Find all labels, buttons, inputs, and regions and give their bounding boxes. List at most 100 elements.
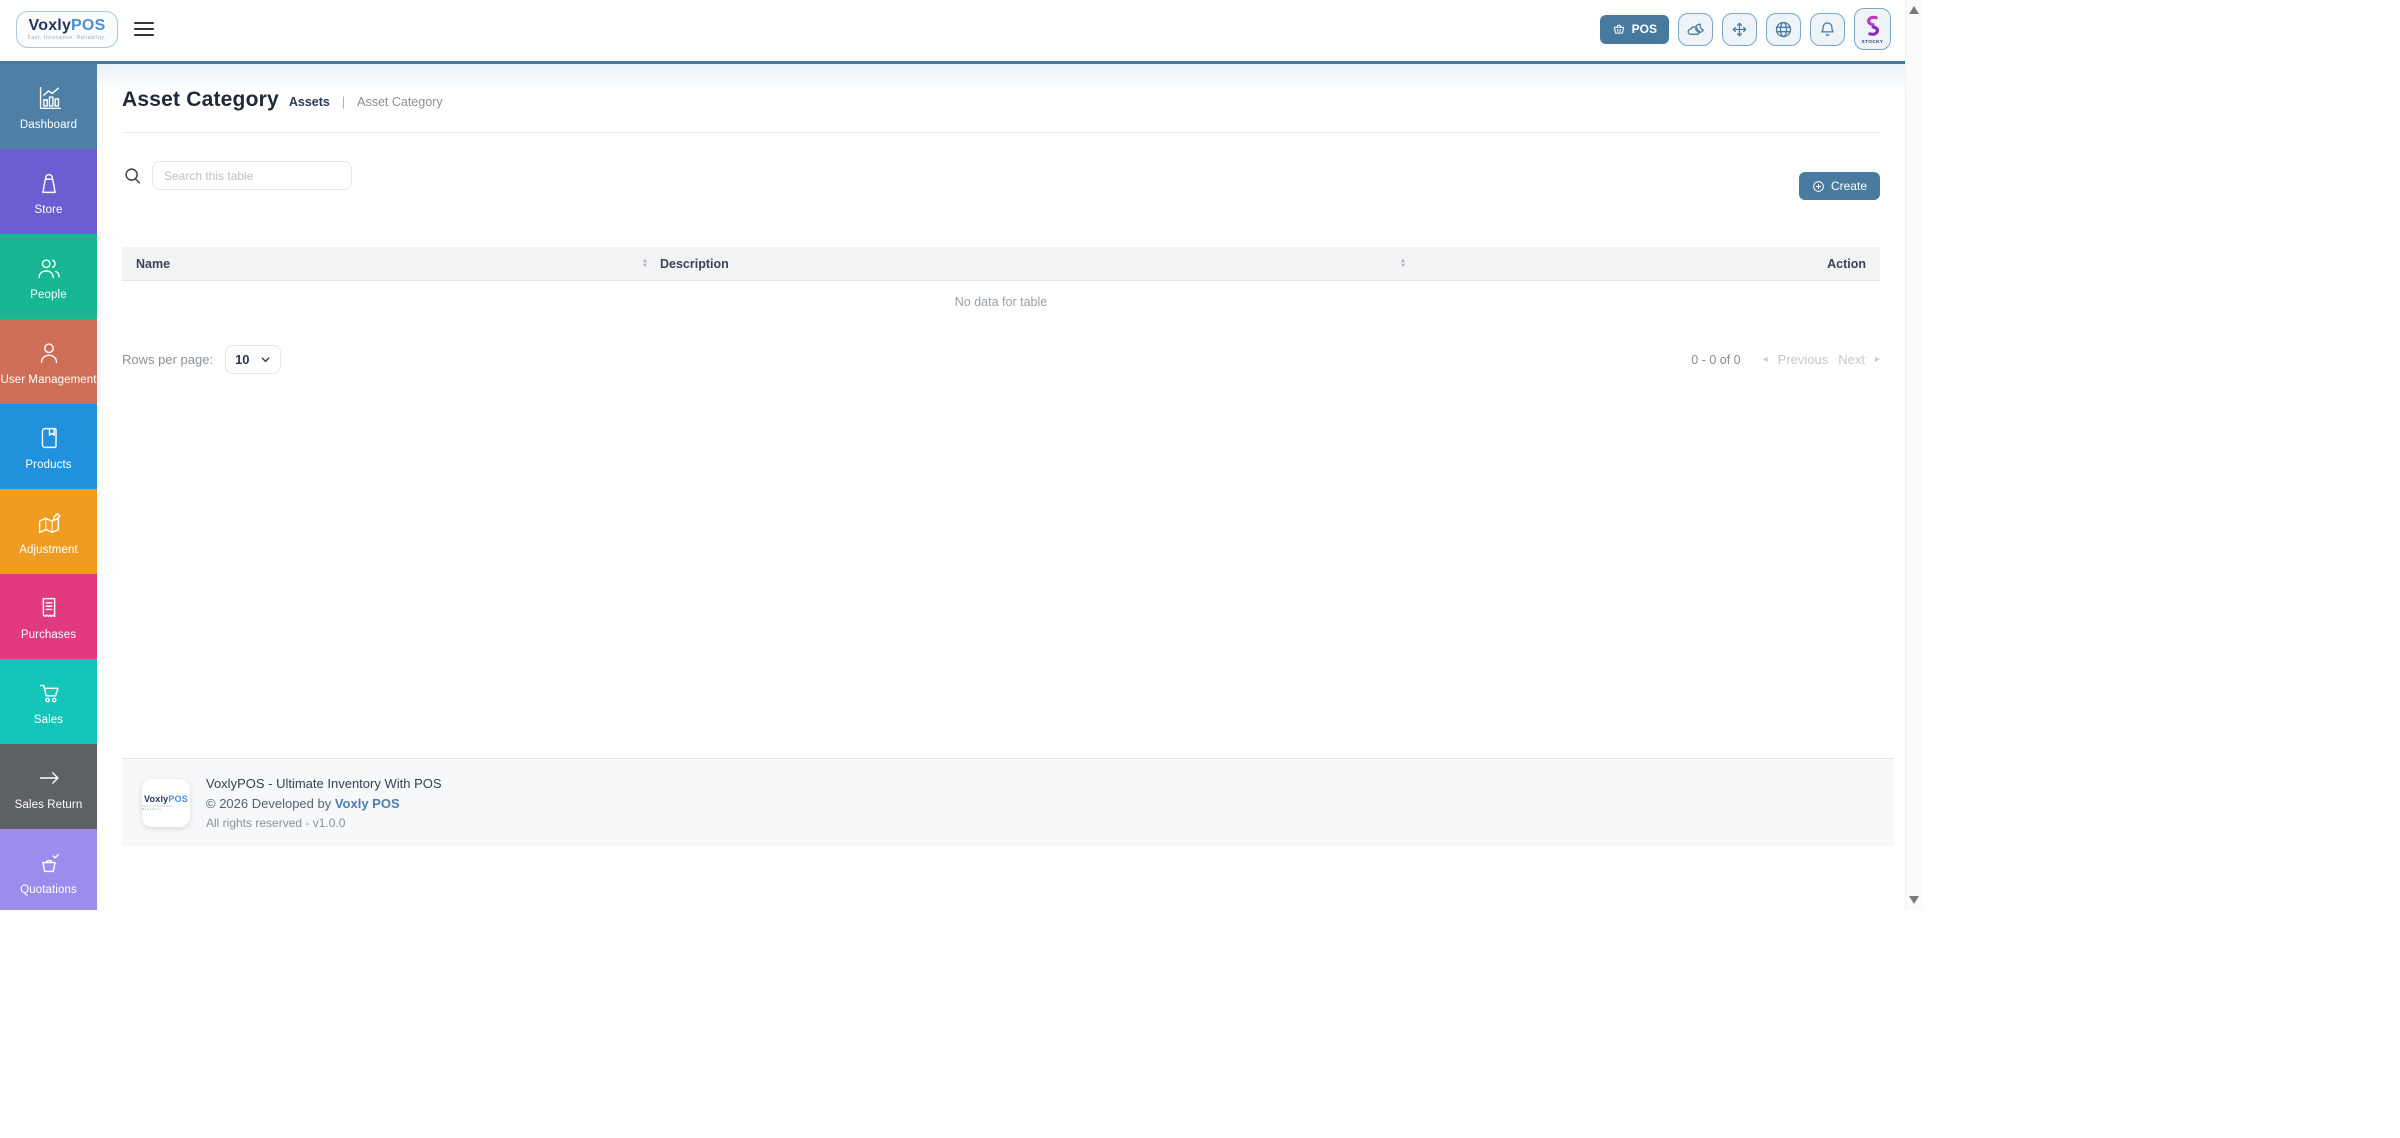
topbar: VoxlyPOS Fast. Innovative. Reliability. …: [0, 0, 1905, 64]
sidebar-item-sales-return[interactable]: Sales Return: [0, 744, 97, 829]
page-header: Asset Category Assets | Asset Category: [122, 64, 1880, 112]
user-icon: [34, 338, 64, 368]
sidebar-label-quotations: Quotations: [20, 883, 77, 896]
breadcrumb-current: Asset Category: [357, 95, 443, 109]
pos-button[interactable]: POS: [1599, 14, 1669, 44]
sidebar-item-adjustment[interactable]: Adjustment: [0, 489, 97, 574]
footer-logo-brand-secondary: POS: [168, 793, 188, 804]
sidebar-item-quotations[interactable]: Quotations: [0, 829, 97, 910]
fullscreen-button[interactable]: [1722, 12, 1757, 46]
footer-developer-link[interactable]: Voxly POS: [335, 796, 400, 811]
sidebar-nav: Dashboard Store People User Management P…: [0, 64, 97, 910]
avatar-label: STOCKY: [1861, 39, 1884, 44]
sidebar-label-sales-return: Sales Return: [14, 798, 83, 811]
sidebar-item-user-management[interactable]: User Management: [0, 319, 97, 404]
footer-line2-prefix: © 2026 Developed by: [206, 795, 335, 811]
table-header-row: Name ▲ ▼ Description ▲ ▼ Action: [122, 247, 1880, 281]
next-button[interactable]: Next: [1838, 352, 1865, 367]
header-divider: [122, 132, 1880, 133]
sort-icon-description[interactable]: ▲ ▼: [1400, 258, 1406, 269]
sidebar-toggle-button[interactable]: [134, 22, 154, 36]
app-logo-text: VoxlyPOS: [28, 16, 106, 34]
fullscreen-icon: [1729, 19, 1750, 40]
topbar-actions: POS STOCKY: [1599, 8, 1891, 50]
footer-text: VoxlyPOS - Ultimate Inventory With POS ©…: [206, 776, 442, 830]
globe-icon: [1773, 19, 1794, 40]
stocky-logo-icon: [1862, 14, 1884, 38]
data-table: Name ▲ ▼ Description ▲ ▼ Action No data fo…: [122, 247, 1880, 319]
rows-per-page-value: 10: [235, 352, 250, 367]
scroll-up-icon[interactable]: [1909, 6, 1919, 14]
bell-icon: [1817, 19, 1838, 40]
notifications-button[interactable]: [1810, 12, 1845, 46]
sort-icon-name[interactable]: ▲ ▼: [642, 258, 648, 269]
pagination-bar: Rows per page: 10 0 - 0 of 0 ◂ Previous …: [122, 345, 1880, 374]
footer-line3: All rights reserved - v1.0.0: [206, 815, 346, 830]
page-nav: ◂ Previous Next ▸: [1763, 352, 1880, 367]
plus-circle-icon: [1812, 180, 1825, 193]
sidebar-item-dashboard[interactable]: Dashboard: [0, 64, 97, 149]
sidebar-label-user-management: User Management: [0, 373, 97, 386]
basket-icon: [1612, 22, 1626, 36]
sidebar-label-adjustment: Adjustment: [19, 543, 78, 556]
sidebar-label-dashboard: Dashboard: [19, 118, 78, 131]
next-arrow-icon[interactable]: ▸: [1875, 354, 1880, 365]
sidebar-label-sales: Sales: [33, 713, 64, 726]
chevron-down-icon: [260, 354, 271, 365]
language-button[interactable]: [1766, 12, 1801, 46]
app-logo[interactable]: VoxlyPOS Fast. Innovative. Reliability.: [16, 10, 118, 48]
create-button[interactable]: Create: [1798, 172, 1880, 200]
footer-line1: VoxlyPOS - Ultimate Inventory With POS: [206, 775, 442, 791]
cart-icon: [34, 678, 64, 708]
breadcrumb-parent[interactable]: Assets: [289, 95, 330, 109]
sidebar-label-products: Products: [25, 458, 72, 471]
basket-check-icon: [34, 848, 64, 878]
bar-chart-icon: [34, 83, 64, 113]
previous-button[interactable]: Previous: [1778, 352, 1829, 367]
search-icon: [122, 165, 144, 187]
sidebar-label-purchases: Purchases: [20, 628, 77, 641]
shopping-bag-icon: [34, 168, 64, 198]
table-toolbar: Create: [122, 161, 1880, 200]
create-button-label: Create: [1830, 179, 1867, 193]
search-area: [122, 161, 352, 190]
arrow-right-icon: [34, 763, 64, 793]
search-input[interactable]: [152, 161, 352, 190]
map-pencil-icon: [34, 508, 64, 538]
breadcrumb-separator: |: [341, 95, 346, 109]
page-scrollbar[interactable]: [1905, 0, 1922, 910]
previous-arrow-icon[interactable]: ◂: [1763, 354, 1768, 365]
footer-logo: VoxlyPOS Fast. Innovative. Reliability.: [142, 778, 190, 827]
logo-brand-primary: Voxly: [28, 16, 72, 34]
sidebar-item-store[interactable]: Store: [0, 149, 97, 234]
cloud-moon-icon: [1685, 19, 1706, 40]
sidebar-item-products[interactable]: Products: [0, 404, 97, 489]
sidebar-label-store: Store: [34, 203, 63, 216]
table-empty-message: No data for table: [954, 295, 1048, 309]
people-group-icon: [34, 253, 64, 283]
theme-toggle-button[interactable]: [1678, 12, 1713, 46]
rows-per-page-label: Rows per page:: [122, 352, 214, 367]
footer: VoxlyPOS Fast. Innovative. Reliability. …: [122, 758, 1894, 846]
app-viewport: VoxlyPOS Fast. Innovative. Reliability. …: [0, 0, 1922, 910]
logo-brand-secondary: POS: [71, 16, 106, 34]
pagination-controls: 0 - 0 of 0 ◂ Previous Next ▸: [1691, 352, 1880, 367]
column-header-description[interactable]: Description: [660, 257, 729, 271]
book-icon: [34, 423, 64, 453]
footer-logo-text: VoxlyPOS: [144, 793, 188, 804]
footer-logo-tagline: Fast. Innovative. Reliability.: [142, 803, 175, 811]
receipt-icon: [34, 593, 64, 623]
sidebar-item-people[interactable]: People: [0, 234, 97, 319]
column-header-name[interactable]: Name: [136, 257, 170, 271]
sidebar-item-purchases[interactable]: Purchases: [0, 574, 97, 659]
user-avatar-button[interactable]: STOCKY: [1854, 8, 1891, 50]
footer-line2: © 2026 Developed by Voxly POS: [206, 796, 442, 811]
logo-tagline: Fast. Innovative. Reliability.: [27, 34, 107, 41]
scroll-down-icon[interactable]: [1909, 896, 1919, 904]
column-header-action: Action: [1827, 256, 1866, 271]
page-title: Asset Category: [122, 88, 279, 111]
sidebar-label-people: People: [30, 288, 67, 301]
footer-logo-brand-primary: Voxly: [144, 793, 169, 804]
sidebar-item-sales[interactable]: Sales: [0, 659, 97, 744]
rows-per-page-select[interactable]: 10: [225, 345, 282, 374]
